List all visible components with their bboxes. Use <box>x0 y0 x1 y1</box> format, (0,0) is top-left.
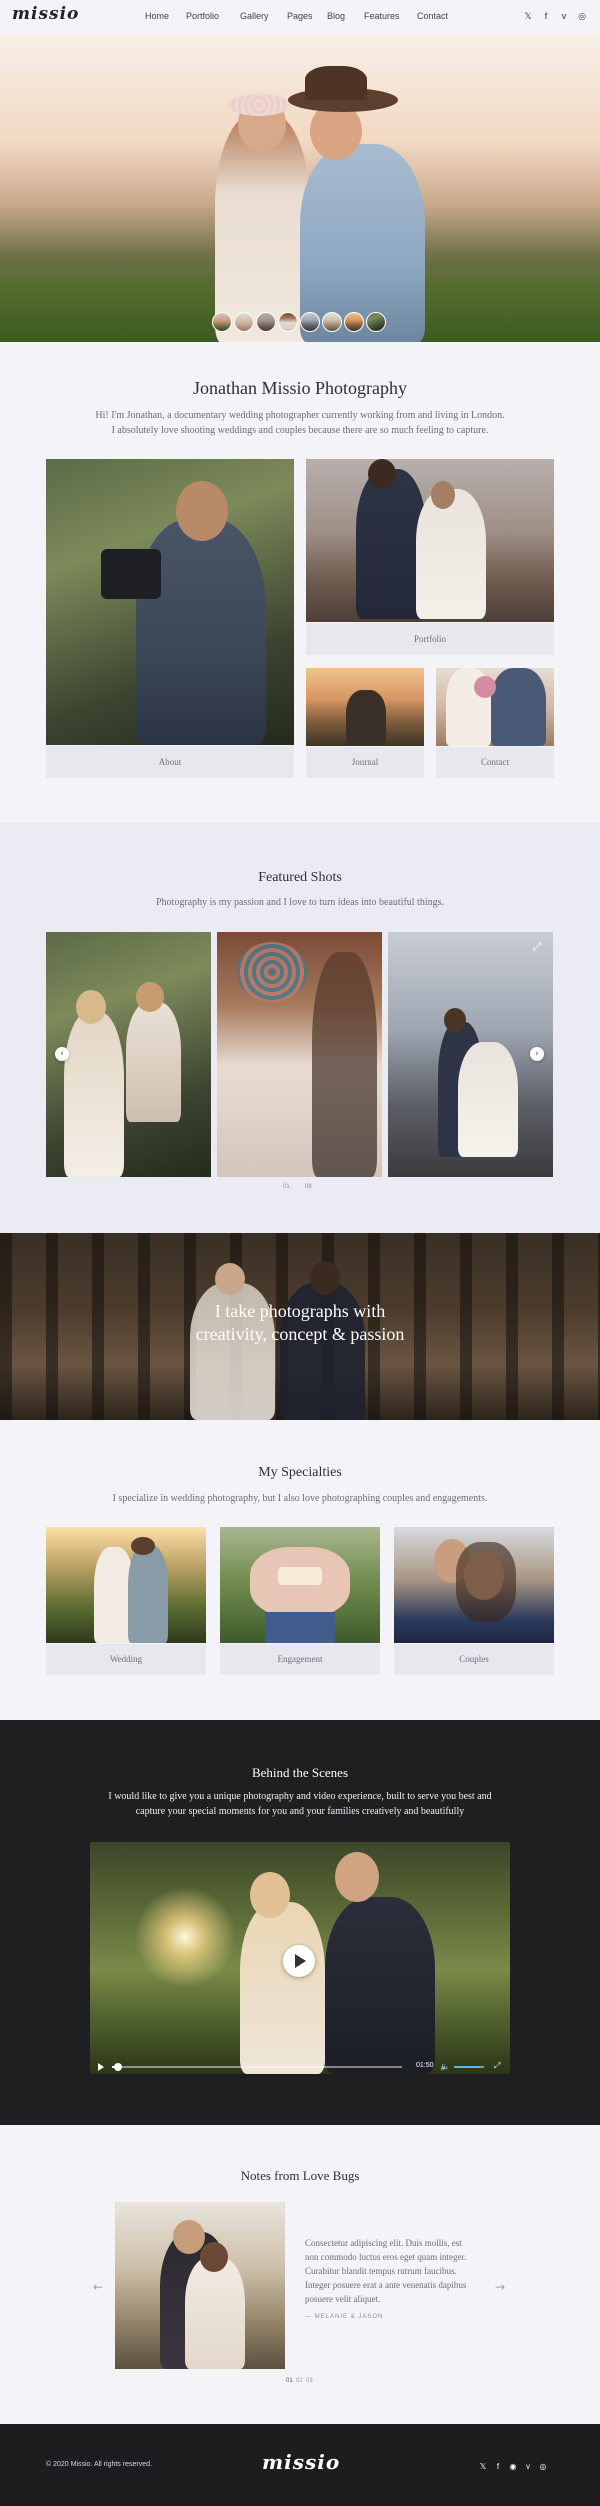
slider-next-icon[interactable]: › <box>530 1047 544 1061</box>
site-footer: © 2020 Missio. All rights reserved. miss… <box>0 2424 600 2506</box>
quote-line: Integer posuere erat a ante venenatis da… <box>305 2280 467 2290</box>
twitter-icon[interactable]: 𝕏 <box>521 11 535 22</box>
banner-line1: I take photographs with <box>214 1301 386 1321</box>
intro-text-line1: Hi! I'm Jonathan, a documentary wedding … <box>95 410 505 421</box>
testimonial-page-3[interactable]: 03 <box>306 2378 313 2384</box>
copyright: © 2020 Missio. All rights reserved. <box>46 2461 152 2468</box>
featured-slide[interactable] <box>388 932 553 1177</box>
testimonial-page-1[interactable]: 01 <box>286 2378 293 2384</box>
video-controls: 01:50 🔈 ⤢ <box>90 2060 510 2074</box>
hero-thumbnail[interactable] <box>366 312 386 332</box>
testimonial-prev-icon[interactable]: ← <box>93 2280 103 2294</box>
specialty-wedding-caption[interactable]: Wedding <box>46 1644 206 1675</box>
nav-gallery[interactable]: Gallery <box>240 11 269 21</box>
hero-thumbnails <box>212 312 388 334</box>
behind-text-line2: capture your special moments for you and… <box>135 1806 465 1817</box>
facebook-icon[interactable]: f <box>539 11 553 21</box>
hero-thumbnail[interactable] <box>212 312 232 332</box>
journal-caption[interactable]: Journal <box>306 747 424 778</box>
journal-image[interactable] <box>306 668 424 746</box>
featured-subtitle: Photography is my passion and I love to … <box>155 897 445 908</box>
footer-vimeo-icon[interactable]: v <box>521 2462 535 2471</box>
behind-text-line1: I would like to give you a unique photog… <box>108 1791 492 1802</box>
hero-thumbnail[interactable] <box>278 312 298 332</box>
quote-line: non commodo luctus eros eget quam intege… <box>305 2252 467 2262</box>
play-icon <box>295 1954 306 1968</box>
contact-image[interactable] <box>436 668 554 746</box>
intro-text-line2: I absolutely love shooting weddings and … <box>111 425 489 436</box>
footer-logo[interactable]: missio <box>262 2450 340 2474</box>
nav-features[interactable]: Features <box>364 11 400 21</box>
specialty-wedding-image[interactable] <box>46 1527 206 1643</box>
footer-pinterest-icon[interactable]: ◉ <box>506 2462 520 2471</box>
footer-instagram-icon[interactable]: ◎ <box>536 2462 550 2471</box>
nav-pages[interactable]: Pages <box>287 11 313 21</box>
hero-image <box>0 34 600 342</box>
site-header: missio Home Portfolio Gallery Pages Blog… <box>0 0 600 34</box>
vimeo-icon[interactable]: v <box>557 11 571 21</box>
site-logo[interactable]: missio <box>12 4 79 24</box>
quote-line: posuere velit aliquet. <box>305 2294 381 2304</box>
notes-title: Notes from Love Bugs <box>240 2168 360 2183</box>
testimonial-author: — MELANIE & JASON <box>305 2314 384 2320</box>
video-play-icon[interactable] <box>98 2063 104 2071</box>
footer-twitter-icon[interactable]: 𝕏 <box>476 2462 490 2471</box>
hero-thumbnail[interactable] <box>322 312 342 332</box>
testimonial-next-icon[interactable]: → <box>495 2280 505 2294</box>
slider-prev-icon[interactable]: ‹ <box>55 1047 69 1061</box>
portfolio-caption[interactable]: Portfolio <box>306 623 554 655</box>
hero-thumbnail[interactable] <box>234 312 254 332</box>
specialties-title: My Specialties <box>258 1465 342 1480</box>
specialty-couples-caption[interactable]: Couples <box>394 1644 554 1675</box>
quote-line: Consectetur adipiscing elit. Duis mollis… <box>305 2238 462 2248</box>
banner-line2: creativity, concept & passion <box>195 1324 405 1344</box>
nav-home[interactable]: Home <box>145 11 169 21</box>
video-progress-handle[interactable] <box>113 2063 122 2071</box>
quote-line: Curabitur blandit tempus rutrum faucibus… <box>305 2266 457 2276</box>
testimonial-quote: Consectetur adipiscing elit. Duis mollis… <box>305 2236 505 2320</box>
about-image[interactable] <box>46 459 294 745</box>
portfolio-image[interactable] <box>306 459 554 622</box>
about-caption[interactable]: About <box>46 746 294 778</box>
specialty-engagement-image[interactable] <box>220 1527 380 1643</box>
behind-title: Behind the Scenes <box>251 1765 349 1780</box>
contact-caption[interactable]: Contact <box>436 747 554 778</box>
hero-thumbnail[interactable] <box>300 312 320 332</box>
video-progress-track[interactable] <box>112 2066 402 2068</box>
specialty-engagement-caption[interactable]: Engagement <box>220 1644 380 1675</box>
instagram-icon[interactable]: ◎ <box>575 11 589 22</box>
volume-icon[interactable]: 🔈 <box>440 2062 450 2071</box>
hero-thumbnail[interactable] <box>344 312 364 332</box>
hero-thumbnail[interactable] <box>256 312 276 332</box>
specialties-subtitle: I specialize in wedding photography, but… <box>112 1493 488 1504</box>
video-time: 01:50 <box>416 2062 434 2069</box>
specialty-couples-image[interactable] <box>394 1527 554 1643</box>
nav-blog[interactable]: Blog <box>327 11 345 21</box>
featured-title: Featured Shots <box>258 870 342 885</box>
featured-slide[interactable] <box>217 932 382 1177</box>
featured-slide[interactable] <box>46 932 211 1177</box>
expand-icon[interactable]: ⤢ <box>530 940 544 954</box>
testimonial-page-2[interactable]: 02 <box>296 2378 303 2384</box>
fullscreen-icon[interactable]: ⤢ <box>494 2061 500 2071</box>
footer-facebook-icon[interactable]: f <box>491 2462 505 2471</box>
volume-fill <box>454 2066 480 2068</box>
slider-counter-total: 08 <box>305 1184 312 1190</box>
testimonial-image <box>115 2202 285 2369</box>
intro-title: Jonathan Missio Photography <box>193 378 407 398</box>
nav-portfolio[interactable]: Portfolio <box>186 11 219 21</box>
play-button[interactable] <box>283 1945 315 1977</box>
nav-contact[interactable]: Contact <box>417 11 448 21</box>
slider-counter-current: 01 <box>283 1184 290 1190</box>
